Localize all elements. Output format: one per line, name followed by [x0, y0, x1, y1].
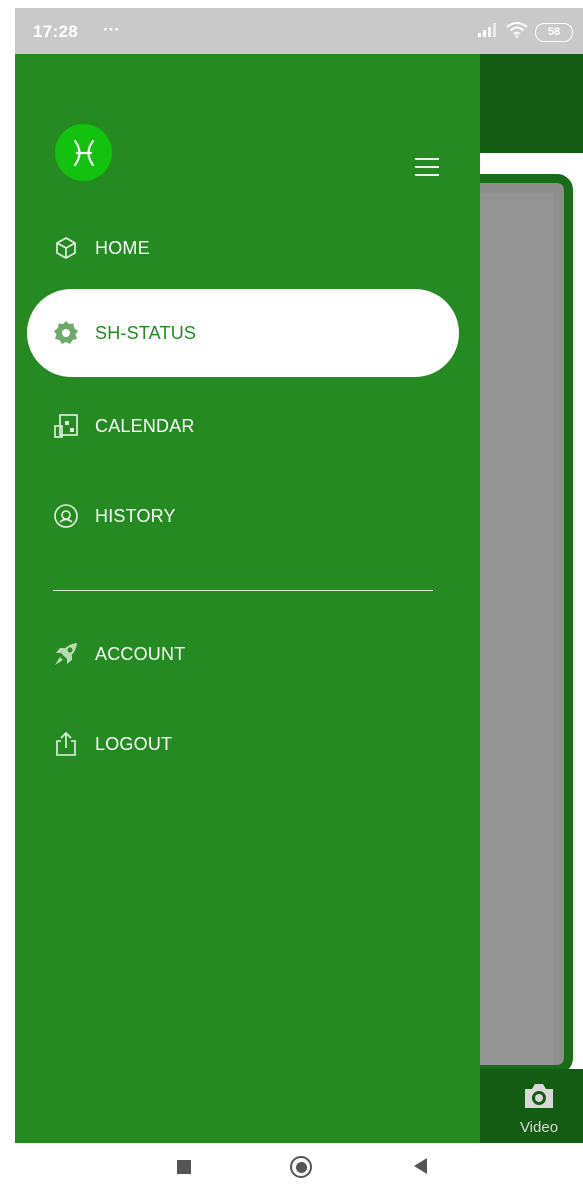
gear-icon [53, 320, 79, 346]
cube-icon [53, 235, 79, 261]
system-navigation-bar [0, 1143, 583, 1191]
signal-icon [477, 22, 499, 43]
camera-icon [522, 1082, 556, 1115]
status-icons: 58 [477, 21, 573, 43]
wifi-icon [506, 21, 528, 43]
phone-screen: 17:28 ··· 58 Video HOME SH-STATUS CALEND… [15, 8, 583, 1143]
nav-item-sh-status[interactable]: SH-STATUS [27, 289, 459, 377]
status-time: 17:28 [33, 22, 78, 41]
rocket-icon [53, 641, 79, 667]
nav-item-calendar[interactable]: CALENDAR [53, 406, 195, 446]
nav-item-account[interactable]: ACCOUNT [53, 634, 185, 674]
nav-item-home[interactable]: HOME [53, 228, 150, 268]
logout-icon [53, 731, 79, 757]
nav-label-account: ACCOUNT [95, 643, 186, 664]
back-button[interactable] [414, 1158, 427, 1174]
status-notification-dots: ··· [103, 20, 120, 39]
hamburger-menu-icon[interactable] [415, 156, 439, 178]
nav-item-history[interactable]: HISTORY [53, 496, 176, 536]
menu-divider [53, 590, 433, 591]
nav-label-home: HOME [95, 237, 150, 258]
video-label: Video [519, 1119, 559, 1136]
recents-button[interactable] [177, 1160, 191, 1174]
status-bar: 17:28 ··· 58 [15, 8, 583, 54]
pisces-logo-icon [55, 124, 112, 181]
nav-label-calendar: CALENDAR [95, 415, 195, 436]
nav-item-logout[interactable]: LOGOUT [53, 724, 172, 764]
nav-label-history: HISTORY [95, 505, 176, 526]
home-dot-icon [295, 1161, 307, 1173]
navigation-drawer: HOME SH-STATUS CALENDAR HISTORY ACCOUNT … [15, 54, 480, 1143]
home-button[interactable] [290, 1156, 312, 1178]
nav-label-logout: LOGOUT [95, 733, 173, 754]
battery-indicator: 58 [535, 22, 573, 42]
video-button[interactable]: Video [511, 1082, 567, 1136]
calendar-icon [53, 413, 79, 439]
nav-label-sh-status: SH-STATUS [95, 322, 197, 343]
history-icon [53, 503, 79, 529]
